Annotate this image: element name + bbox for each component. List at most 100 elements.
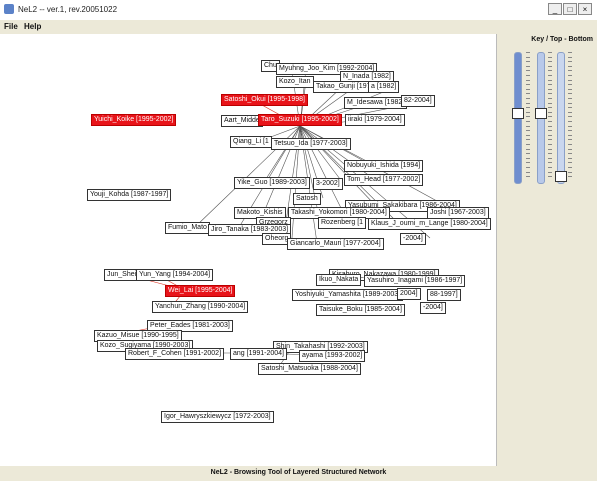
graph-node[interactable]: Giancarlo_Mauri [1977-2004]: [287, 238, 384, 250]
slider-tick: [568, 98, 572, 99]
graph-node[interactable]: Yun_Yang [1994-2004]: [136, 269, 214, 281]
graph-canvas[interactable]: Chu Myuhng_Joo_Kim [1992-2004] N_Inada [19…: [0, 34, 497, 466]
close-button[interactable]: ×: [578, 3, 592, 15]
graph-node[interactable]: Igor_Hawryszkiewycz [1972-2003]: [161, 411, 274, 423]
graph-node[interactable]: Yanchun_Zhang [1990-2004]: [152, 301, 249, 313]
menu-bar: File Help: [0, 20, 597, 34]
slider-tick: [568, 61, 572, 63]
graph-node[interactable]: Aart_Midde: [221, 115, 263, 127]
slider-tick: [526, 84, 530, 86]
slider-tick: [568, 148, 572, 150]
graph-node[interactable]: 82-2004]: [401, 95, 435, 107]
slider-tick: [548, 111, 552, 113]
slider-tick: [526, 79, 530, 81]
slider-tick: [548, 148, 552, 150]
slider-tick: [526, 52, 530, 53]
graph-node[interactable]: M_Idesawa [1982]: [344, 97, 408, 109]
slider-tick: [568, 70, 572, 72]
graph-node[interactable]: a [1982]: [368, 81, 400, 93]
slider-tick: [526, 130, 530, 132]
status-text: NeL2 - Browsing Tool of Layered Structur…: [210, 469, 387, 476]
graph-node[interactable]: 88-1997]: [427, 289, 461, 301]
graph-node[interactable]: Qiang_Li [1: [230, 136, 272, 148]
slider-tick: [548, 171, 552, 173]
graph-node[interactable]: Ikuo_Nakata: [316, 274, 362, 286]
graph-node[interactable]: ang [1991-2004]: [230, 348, 287, 360]
graph-node[interactable]: Wei_Lai [1995-2004]: [165, 285, 236, 297]
panel-header: Key / Top - Bottom: [531, 36, 593, 43]
graph-node[interactable]: Yike_Guo [1989-2003]: [234, 177, 310, 189]
slider-tick: [548, 52, 552, 53]
graph-node[interactable]: Taisuke_Boku [1985-2004]: [316, 304, 405, 316]
graph-edge: [299, 125, 344, 184]
slider-tick: [568, 102, 572, 104]
graph-node[interactable]: ayama [1993-2002]: [299, 350, 366, 362]
graph-node[interactable]: Fumio_Mato: [165, 222, 210, 234]
slider-tick: [526, 134, 530, 136]
side-panel: Key / Top - Bottom: [497, 34, 597, 466]
graph-node[interactable]: -2004]: [420, 302, 446, 314]
slider-tick: [526, 116, 530, 118]
graph-node[interactable]: Satoshi_Okui [1995-1998]: [221, 94, 308, 106]
slider-1-handle[interactable]: [512, 107, 524, 119]
slider-tick: [568, 121, 572, 122]
slider-tick: [526, 121, 530, 122]
graph-node[interactable]: Yasuhiro_Inagami [1986-1997]: [364, 275, 466, 287]
graph-node[interactable]: 2004]: [397, 288, 421, 300]
slider-tick: [548, 107, 552, 109]
slider-tick: [568, 157, 572, 159]
slider-tick: [548, 79, 552, 81]
graph-node[interactable]: 3-2002]: [313, 178, 343, 190]
slider-tick: [548, 144, 552, 145]
slider-tick: [526, 111, 530, 113]
graph-node[interactable]: Tetsuo_Ida [1977-2003]: [271, 138, 351, 150]
graph-node[interactable]: Yuichi_Koike [1995-2002]: [91, 114, 177, 126]
slider-tick: [548, 125, 552, 127]
slider-tick: [548, 84, 552, 86]
graph-node[interactable]: Yoshiyuki_Yamashita [1989-2003]: [292, 289, 404, 301]
graph-node[interactable]: Tom_Head [1977-2002]: [344, 174, 424, 186]
slider-tick: [548, 65, 552, 67]
slider-tick: [568, 65, 572, 67]
graph-node[interactable]: Robert_F_Cohen [1991-2002]: [125, 348, 225, 360]
slider-tick: [568, 93, 572, 95]
slider-tick: [548, 121, 552, 122]
slider-2-handle[interactable]: [535, 107, 547, 119]
slider-3-handle[interactable]: [555, 170, 567, 182]
slider-3-track[interactable]: [557, 52, 565, 184]
slider-tick: [568, 144, 572, 145]
menu-file[interactable]: File: [4, 22, 18, 31]
slider-tick: [568, 56, 572, 58]
graph-node[interactable]: Satoshi_Matsuoka [1988-2004]: [258, 363, 361, 375]
graph-node[interactable]: Klaus_J_ourni_m_Lange [1980-2004]: [368, 218, 491, 230]
slider-tick: [568, 75, 572, 76]
slider-tick: [548, 153, 552, 155]
graph-node[interactable]: Youji_Kohda [1987-1997]: [87, 189, 172, 201]
graph-node[interactable]: Satosh: [293, 193, 321, 205]
slider-tick: [548, 130, 552, 132]
graph-node[interactable]: -2004]: [400, 233, 426, 245]
graph-node[interactable]: Nobuyuki_Ishida [1994]: [344, 160, 424, 172]
menu-help[interactable]: Help: [24, 22, 41, 31]
slider-tick: [548, 102, 552, 104]
slider-tick: [526, 75, 530, 76]
slider-tick: [526, 102, 530, 104]
graph-node[interactable]: Jun_Shei: [104, 269, 140, 281]
graph-node[interactable]: Taro_Suzuki [1995-2002]: [258, 114, 342, 126]
slider-tick: [526, 61, 530, 63]
graph-node[interactable]: Rozenberg [1: [318, 217, 367, 229]
graph-node[interactable]: iiraki [1979-2004]: [345, 114, 405, 126]
slider-tick: [568, 171, 572, 173]
slider-tick: [526, 125, 530, 127]
graph-node[interactable]: Kozo_Itan: [276, 76, 314, 88]
minimize-button[interactable]: _: [548, 3, 562, 15]
slider-tick: [526, 148, 530, 150]
status-bar: NeL2 - Browsing Tool of Layered Structur…: [0, 466, 597, 481]
slider-tick: [568, 125, 572, 127]
slider-tick: [526, 65, 530, 67]
slider-tick: [568, 111, 572, 113]
window-title: NeL2 -- ver.1, rev.20051022: [18, 5, 118, 14]
slider-tick: [548, 70, 552, 72]
slider-tick: [568, 176, 572, 178]
maximize-button[interactable]: □: [563, 3, 577, 15]
